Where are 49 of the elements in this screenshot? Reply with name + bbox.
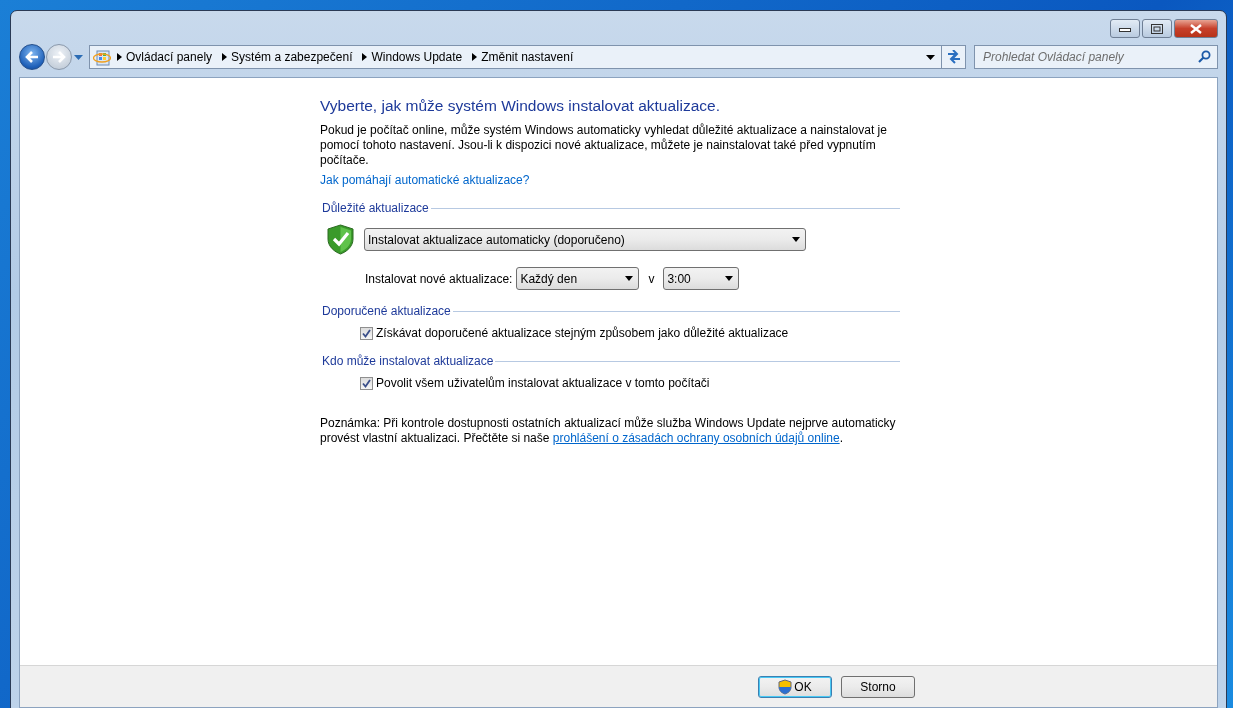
history-dropdown[interactable]: [72, 54, 85, 60]
close-button[interactable]: [1174, 19, 1218, 38]
cancel-button[interactable]: Storno: [841, 675, 915, 698]
page-heading: Vyberte, jak může systém Windows instalovat aktualizace.: [320, 97, 721, 115]
forward-arrow-icon: [52, 51, 66, 63]
day-dropdown[interactable]: Každý den: [516, 267, 640, 290]
help-link[interactable]: Jak pomáhají automatické aktualizace?: [320, 173, 530, 187]
privacy-link[interactable]: prohlášení o zásadách ochrany osobních údajů online: [552, 431, 840, 445]
caret-icon: [725, 276, 734, 281]
note-text: Poznámka: Při kontrole dostupnosti ostatních aktualizací může služba Windows Update nejprve automaticky provést vlastní aktualizaci. Přečtěte si naše prohlášení o zásadách ochrany osobních údajů online.: [320, 416, 897, 446]
caret-icon: [74, 54, 83, 60]
refresh-button[interactable]: [942, 45, 966, 69]
address-bar[interactable]: Ovládací panely Systém a zabezpečení Windows Update Změnit nastavení: [89, 45, 942, 69]
breadcrumb-item[interactable]: Změnit nastavení: [477, 50, 578, 64]
back-button[interactable]: [19, 44, 45, 70]
time-dropdown[interactable]: 3:00: [663, 267, 740, 290]
control-panel-icon: [93, 48, 111, 66]
back-arrow-icon: [25, 51, 39, 63]
intro-text: Pokud je počítač online, může systém Windows automaticky vyhledat důležité aktualizace a nainstalovat je pomocí tohoto nastavení. Jsou-li k dispozici nové aktualizace, můžete je nainstalovat také před vypnutím počítače.: [320, 123, 888, 168]
maximize-icon: [1151, 23, 1163, 34]
caret-icon: [625, 276, 634, 281]
minimize-button[interactable]: [1110, 19, 1140, 38]
schedule-label: Instalovat nové aktualizace:: [365, 271, 513, 286]
search-icon[interactable]: [1198, 50, 1211, 63]
checkbox-label: Získávat doporučené aktualizace stejným způsobem jako důležité aktualizace: [376, 326, 789, 340]
maximize-button[interactable]: [1142, 19, 1172, 38]
checkbox[interactable]: [360, 326, 373, 340]
chevron-icon: [362, 53, 368, 61]
refresh-icon: [945, 50, 962, 64]
section-title: Kdo může instalovat aktualizace: [322, 354, 494, 368]
chevron-icon: [472, 53, 478, 61]
checkbox[interactable]: [360, 376, 373, 390]
close-icon: [1190, 23, 1202, 34]
checkbox-label: Povolit všem uživatelům instalovat aktualizace v tomto počítači: [376, 376, 710, 390]
shield-check-icon: [327, 224, 354, 255]
uac-shield-icon: [778, 678, 793, 695]
breadcrumb-item[interactable]: Systém a zabezpečení: [227, 50, 357, 64]
at-label: v: [648, 271, 655, 286]
install-mode-dropdown[interactable]: Instalovat aktualizace automaticky (doporučeno): [364, 228, 806, 251]
minimize-icon: [1119, 25, 1131, 32]
chevron-icon: [117, 53, 122, 61]
section-title: Doporučené aktualizace: [322, 304, 451, 318]
breadcrumb-item[interactable]: Windows Update: [367, 50, 467, 64]
section-title: Důležité aktualizace: [322, 201, 429, 215]
chevron-icon: [222, 53, 228, 61]
breadcrumb-item[interactable]: Ovládací panely: [122, 50, 217, 64]
search-field[interactable]: Prohledat Ovládací panely: [974, 45, 1218, 69]
caret-icon: [792, 237, 800, 242]
ok-button[interactable]: OK: [758, 675, 832, 698]
